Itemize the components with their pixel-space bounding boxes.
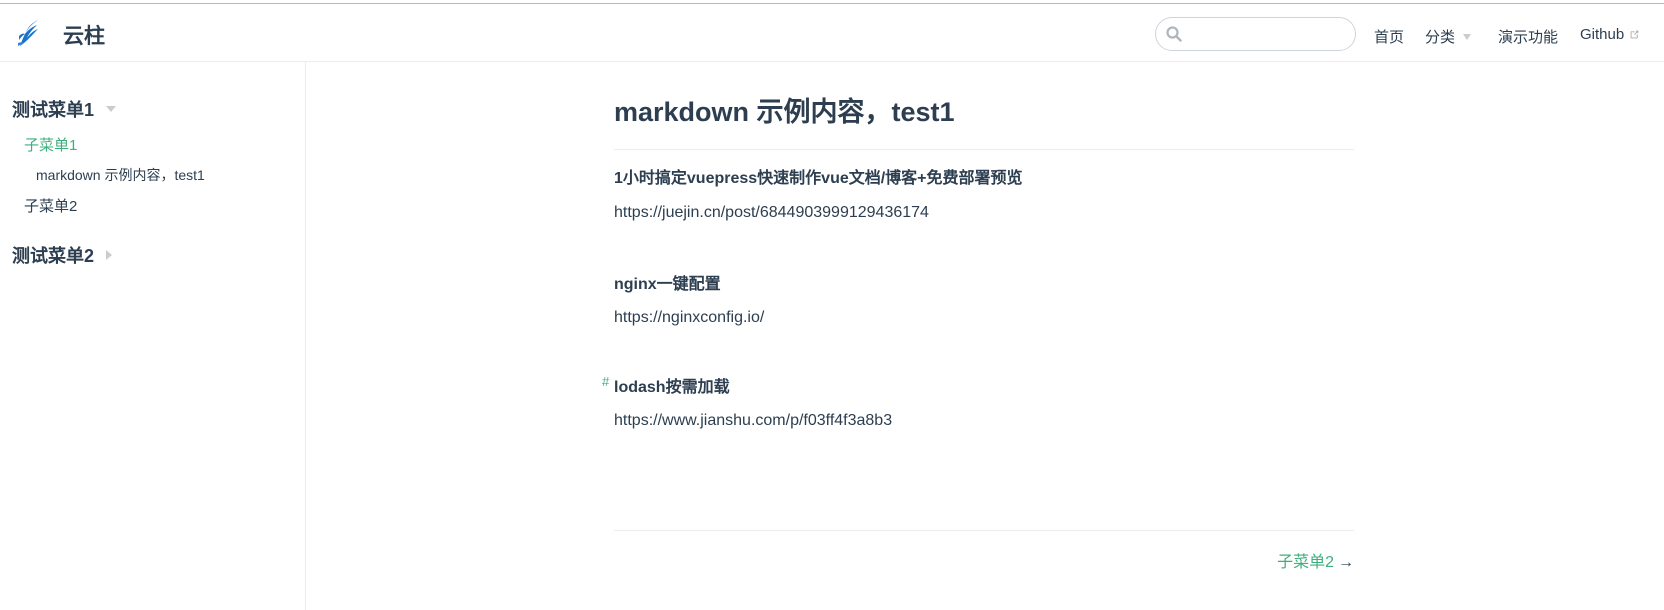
next-page-label: 子菜单2 [1277, 554, 1334, 571]
sidebar-group-1[interactable]: 测试菜单1 [12, 96, 117, 122]
nav-category-label: 分类 [1425, 29, 1456, 46]
nav-github-link[interactable]: Github [1580, 26, 1640, 43]
sidebar-group-2-title: 测试菜单2 [12, 246, 95, 266]
sidebar-group-2[interactable]: 测试菜单2 [12, 242, 113, 268]
section-text-nginxconfig: https://nginxconfig.io/ [614, 309, 765, 326]
next-page-link[interactable]: 子菜单2 → [1277, 548, 1354, 572]
sidebar-item-submenu-2[interactable]: 子菜单2 [24, 195, 77, 216]
page-title: markdown 示例内容，test1 [614, 88, 1354, 150]
header-anchor-link[interactable]: # [602, 374, 609, 389]
nav-links: 首页 分类 演示功能 Github [0, 26, 1664, 46]
section-heading-lodash: lodash按需加载 [614, 379, 730, 396]
nav-category-dropdown[interactable]: 分类 [1425, 26, 1472, 47]
nav-home-link[interactable]: 首页 [1374, 26, 1404, 47]
nav-demo-link[interactable]: 演示功能 [1498, 26, 1558, 47]
section-heading-vuepress: 1小时搞定vuepress快速制作vue文档/博客+免费部署预览 [614, 170, 1023, 187]
external-link-icon [1630, 30, 1639, 39]
section-heading-nginx: nginx一键配置 [614, 276, 721, 293]
navbar: 云柱 首页 分类 演示功能 Github [0, 4, 1664, 62]
section-text-jianshu: https://www.jianshu.com/p/f03ff4f3a8b3 [614, 412, 893, 429]
sidebar: 测试菜单1 子菜单1 markdown 示例内容，test1 子菜单2 测试菜单… [0, 62, 306, 610]
page-nav-divider [614, 530, 1354, 531]
sidebar-subitem-markdown[interactable]: markdown 示例内容，test1 [36, 165, 205, 185]
arrow-right-icon [106, 250, 113, 260]
nav-github-label: Github [1580, 26, 1625, 43]
sidebar-group-1-title: 测试菜单1 [12, 100, 95, 120]
arrow-right-icon: → [1338, 554, 1354, 571]
sidebar-item-submenu-1[interactable]: 子菜单1 [24, 134, 77, 155]
arrow-down-icon [106, 106, 117, 112]
caret-down-icon [1463, 33, 1472, 40]
section-text-juejin: https://juejin.cn/post/68449039991294361… [614, 204, 929, 221]
